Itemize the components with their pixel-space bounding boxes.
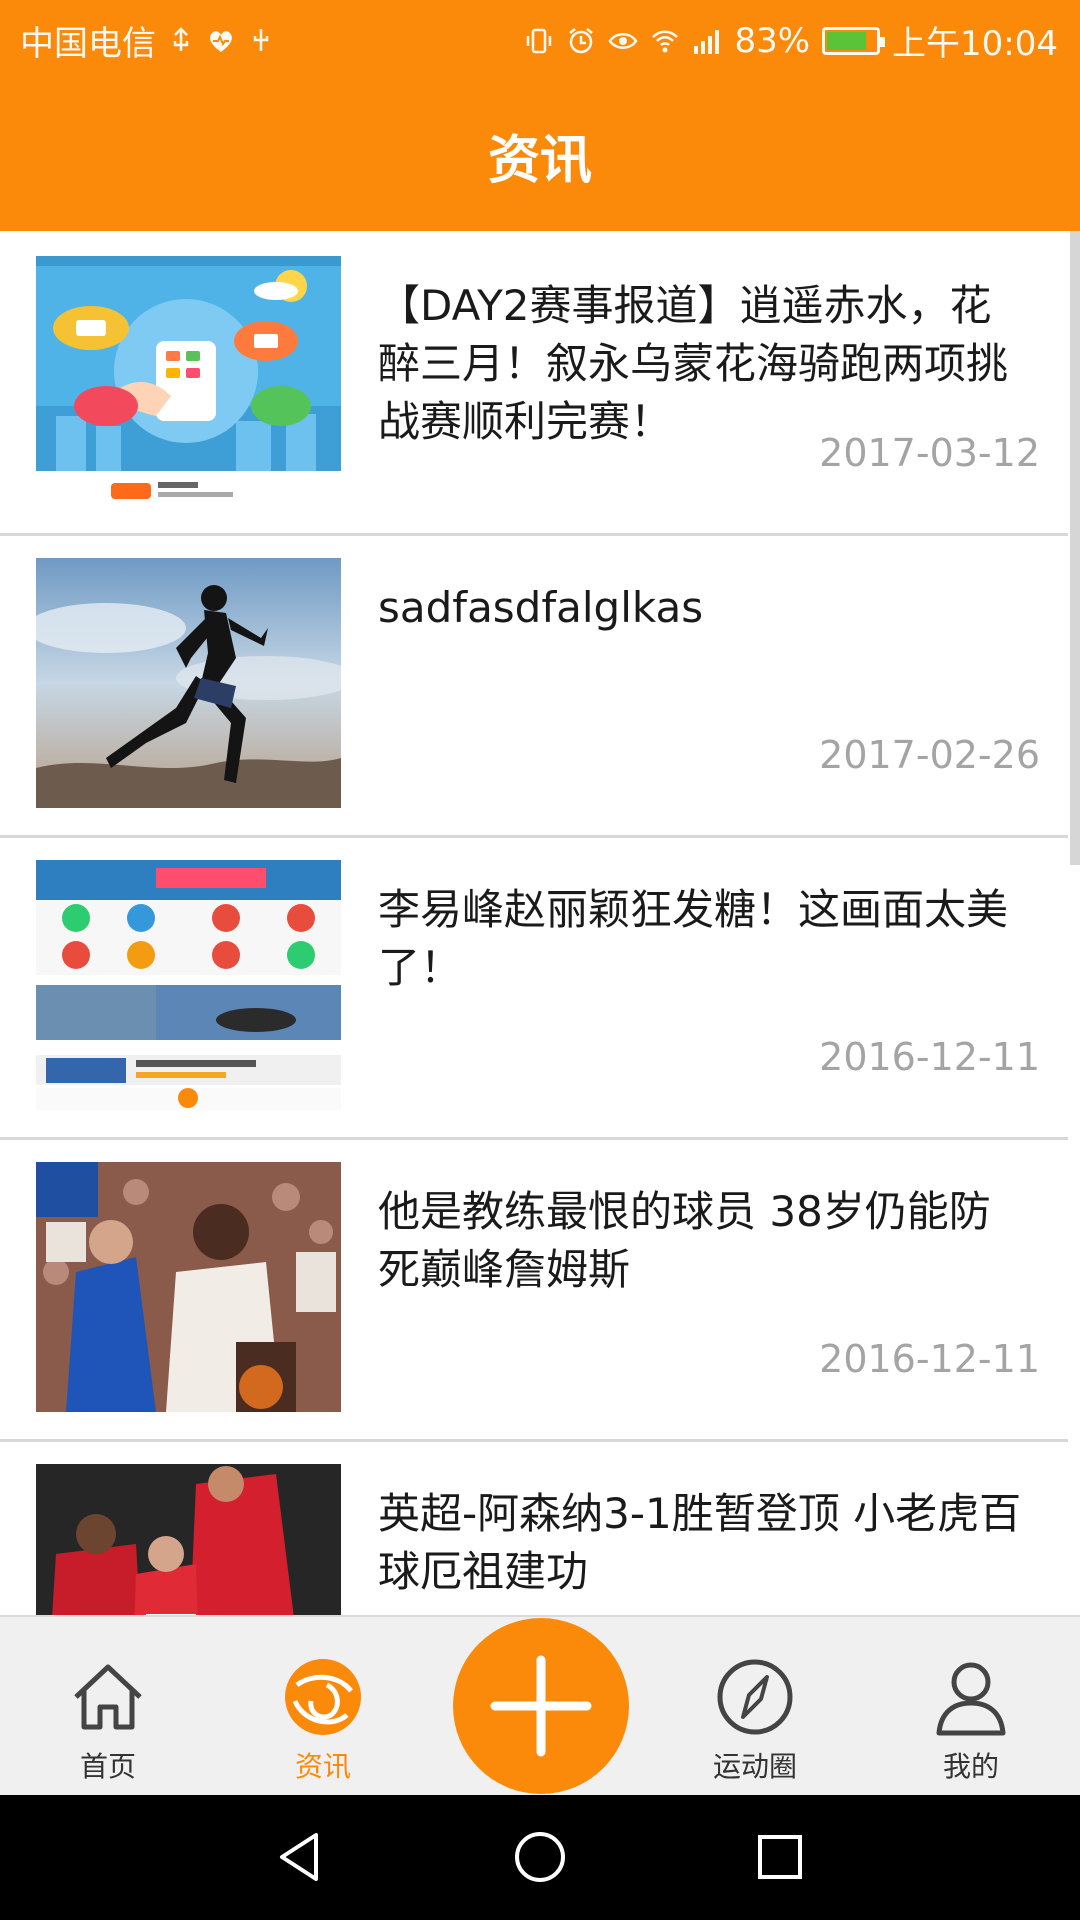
news-thumbnail bbox=[36, 860, 341, 1110]
vibrate-icon bbox=[527, 28, 552, 53]
news-title: 他是教练最恨的球员 38岁仍能防死巅峰詹姆斯 bbox=[378, 1187, 991, 1294]
tab-mine-label: 我的 bbox=[942, 1750, 999, 1783]
app-header: 资讯 bbox=[0, 76, 1080, 231]
news-title: 李易峰赵丽颖狂发糖！这画面太美了！ bbox=[378, 885, 1009, 992]
news-item[interactable]: 李易峰赵丽颖狂发糖！这画面太美了！ 2016-12-11 bbox=[0, 835, 1068, 1140]
home-icon bbox=[74, 1664, 142, 1730]
user-icon bbox=[936, 1662, 1006, 1736]
news-date: 2017-03-12 bbox=[819, 431, 1040, 475]
carrier-label: 中国电信 bbox=[20, 24, 156, 64]
page-title: 资讯 bbox=[487, 131, 592, 191]
news-thumbnail bbox=[36, 1464, 341, 1615]
clock: 上午10:04 bbox=[892, 24, 1058, 64]
alarm-icon bbox=[569, 27, 594, 53]
news-aperture-icon bbox=[285, 1659, 361, 1735]
news-item[interactable]: 英超-阿森纳3-1胜暂登顶 小老虎百球厄祖建功 bbox=[0, 1439, 1068, 1615]
battery-fill bbox=[827, 31, 867, 50]
home-circle-icon[interactable] bbox=[508, 1825, 572, 1889]
news-date: 2016-12-11 bbox=[819, 1035, 1040, 1079]
system-nav-bar bbox=[0, 1795, 1080, 1920]
tab-mine[interactable]: 我的 bbox=[896, 1617, 1046, 1797]
basketball-photo bbox=[36, 1162, 341, 1412]
news-title: 英超-阿森纳3-1胜暂登顶 小老虎百球厄祖建功 bbox=[378, 1489, 1022, 1596]
tab-moments-label: 运动圈 bbox=[712, 1750, 797, 1783]
status-right: 83% 上午10:04 bbox=[524, 16, 1058, 65]
wifi-icon bbox=[652, 30, 679, 52]
news-date: 2016-12-11 bbox=[819, 1337, 1040, 1381]
news-thumbnail bbox=[36, 1162, 341, 1412]
status-bar: 中国电信 83% 上午10:04 bbox=[0, 0, 1080, 76]
health-icon bbox=[210, 30, 232, 52]
status-left: 中国电信 bbox=[20, 16, 276, 65]
battery-percent: 83% bbox=[734, 20, 811, 61]
usb-icon bbox=[173, 26, 189, 51]
battery-icon bbox=[822, 26, 886, 55]
news-thumbnail bbox=[36, 256, 341, 506]
runner-photo bbox=[36, 558, 341, 808]
news-item[interactable]: 他是教练最恨的球员 38岁仍能防死巅峰詹姆斯 2016-12-11 bbox=[0, 1137, 1068, 1442]
news-item[interactable]: sadfasdfalglkas 2017-02-26 bbox=[0, 533, 1068, 838]
app-screenshot-image bbox=[36, 860, 341, 1110]
tab-moments[interactable]: 运动圈 bbox=[680, 1617, 830, 1797]
eye-comfort-icon bbox=[608, 32, 638, 49]
app-promo-image bbox=[36, 256, 341, 506]
add-post-button[interactable] bbox=[453, 1618, 629, 1794]
news-thumbnail bbox=[36, 558, 341, 808]
tab-news-label: 资讯 bbox=[294, 1750, 351, 1783]
soccer-photo bbox=[36, 1464, 341, 1615]
back-icon[interactable] bbox=[268, 1825, 332, 1889]
list-scrollbar[interactable] bbox=[1070, 231, 1080, 865]
recents-icon[interactable] bbox=[748, 1825, 812, 1889]
news-list[interactable]: 【DAY2赛事报道】逍遥赤水，花醉三月！叙永乌蒙花海骑跑两项挑战赛顺利完赛！ 2… bbox=[0, 231, 1080, 1615]
news-title: sadfasdfalglkas bbox=[378, 583, 704, 632]
usb-debug-icon bbox=[253, 28, 269, 51]
news-item[interactable]: 【DAY2赛事报道】逍遥赤水，花醉三月！叙永乌蒙花海骑跑两项挑战赛顺利完赛！ 2… bbox=[0, 231, 1068, 536]
tab-home[interactable]: 首页 bbox=[33, 1617, 183, 1797]
tab-home-label: 首页 bbox=[79, 1750, 136, 1783]
compass-icon bbox=[717, 1659, 793, 1735]
tab-news[interactable]: 资讯 bbox=[248, 1617, 398, 1797]
news-title: 【DAY2赛事报道】逍遥赤水，花醉三月！叙永乌蒙花海骑跑两项挑战赛顺利完赛！ bbox=[378, 281, 1009, 446]
news-date: 2017-02-26 bbox=[819, 733, 1040, 777]
plus-icon bbox=[490, 1655, 592, 1757]
signal-icon bbox=[694, 29, 720, 54]
